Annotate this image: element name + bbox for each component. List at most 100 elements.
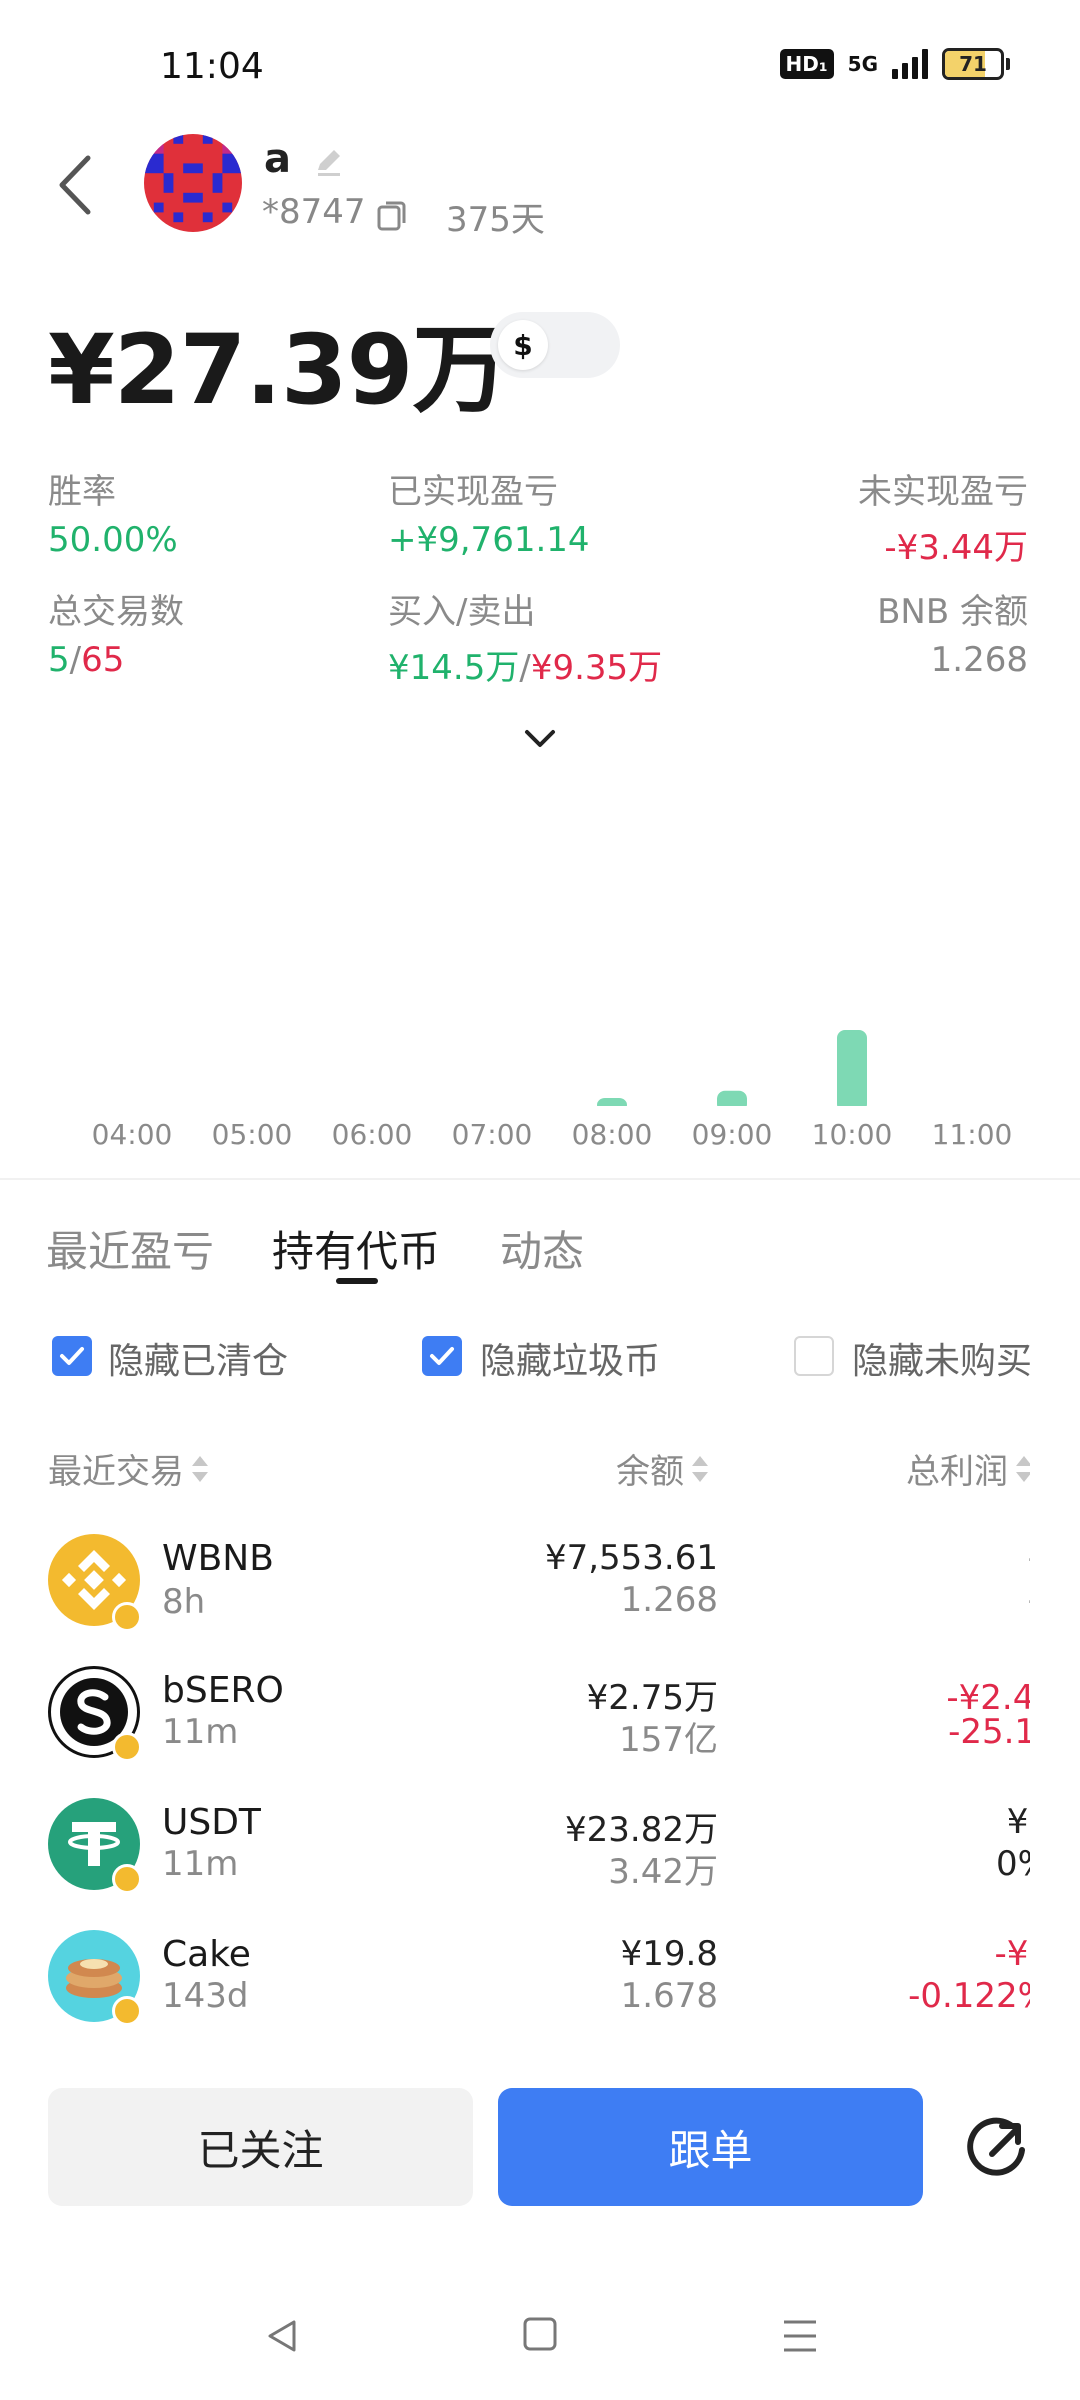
chart-tick-label: 06:00 [331, 1118, 413, 1151]
chain-badge-icon [112, 1732, 142, 1762]
avatar[interactable] [144, 134, 242, 232]
battery-level: 71 [959, 52, 987, 76]
token-name: USDT [162, 1802, 261, 1843]
avatar-pattern-icon [144, 134, 242, 232]
followed-button[interactable]: 已关注 [48, 2088, 473, 2206]
token-pnl: ¥0 [1006, 1802, 1030, 1842]
token-pnl: -¥9 [994, 1934, 1030, 1974]
nav-home-icon[interactable] [522, 2316, 558, 2352]
token-age: 8h [162, 1582, 206, 1622]
token-qty: 1.678 [620, 1976, 718, 2016]
token-pnl: - [840, 1538, 1030, 1578]
nav-menu-icon[interactable] [780, 2316, 820, 2356]
token-amount: ¥7,553.61 [544, 1538, 718, 1578]
bnb-balance-label: BNB 余额 [877, 592, 1028, 632]
tab-recent-pnl[interactable]: 最近盈亏 [46, 1218, 214, 1279]
token-pnl-cell: ¥0 0% [840, 1792, 1030, 1912]
token-pnl-pct: -0.122% [908, 1976, 1030, 2016]
unrealized-pnl-value: -¥3.44万 [884, 528, 1028, 568]
token-qty: 3.42万 [608, 1852, 718, 1892]
table-row[interactable]: Cake 143d ¥19.8 1.678 -¥9 -0.122% [0, 1904, 1080, 2028]
wallet-address: *8747 [262, 192, 366, 232]
chain-badge-icon [112, 1864, 142, 1894]
token-name: Cake [162, 1934, 251, 1975]
buy-sell-label: 买入/卖出 [388, 592, 536, 632]
check-icon [60, 1347, 84, 1365]
section-divider [0, 1178, 1080, 1180]
total-profit-header: 总利润 [906, 1452, 1008, 1492]
token-age: 143d [162, 1976, 249, 2016]
signal-icon [892, 49, 928, 79]
chain-badge-icon [112, 1602, 142, 1632]
token-age: 11m [162, 1844, 239, 1884]
win-rate-value: 50.00% [48, 520, 178, 560]
account-age: 375天 [446, 200, 545, 240]
realized-pnl-value: +¥9,761.14 [388, 520, 590, 560]
total-trades-label: 总交易数 [48, 592, 184, 632]
status-icons: HD₁ 5G 71 [779, 48, 1010, 80]
edit-icon[interactable] [312, 144, 346, 178]
hide-junk-checkbox[interactable] [422, 1336, 462, 1376]
battery-icon: 71 [942, 48, 1010, 80]
chart-tick-label: 10:00 [811, 1118, 893, 1151]
sort-total-profit[interactable]: 总利润 [906, 1444, 1030, 1493]
token-pnl-cell: -¥9 -0.122% [840, 1924, 1030, 2028]
chart-tick-label: 07:00 [451, 1118, 533, 1151]
sort-icon [692, 1454, 708, 1484]
tab-holdings[interactable]: 持有代币 [272, 1218, 440, 1279]
realized-pnl-label: 已实现盈亏 [388, 472, 558, 512]
hide-unbought-label[interactable]: 隐藏未购买 [852, 1332, 1032, 1384]
unrealized-pnl-label: 未实现盈亏 [858, 472, 1028, 512]
hide-cleared-checkbox[interactable] [52, 1336, 92, 1376]
hide-cleared-label[interactable]: 隐藏已清仓 [108, 1332, 288, 1384]
network-type: 5G [847, 52, 878, 76]
currency-toggle[interactable]: $ [490, 312, 620, 378]
sort-icon [1016, 1454, 1030, 1484]
sort-icon [192, 1454, 208, 1484]
win-rate-label: 胜率 [48, 472, 116, 512]
token-pnl-pct: - [840, 1580, 1030, 1620]
token-name: WBNB [162, 1538, 274, 1579]
hide-unbought-checkbox[interactable] [794, 1336, 834, 1376]
tab-active-indicator [336, 1278, 378, 1284]
buy-sell-value: ¥14.5万/¥9.35万 [388, 648, 663, 688]
check-icon [430, 1347, 454, 1365]
copy-icon[interactable] [375, 197, 411, 233]
back-icon[interactable] [48, 150, 108, 220]
recent-trade-header: 最近交易 [48, 1452, 184, 1492]
table-row[interactable]: USDT 11m ¥23.82万 3.42万 ¥0 0% [0, 1772, 1080, 1902]
chevron-down-icon[interactable] [521, 726, 559, 752]
total-trades-value: 5/65 [48, 640, 125, 680]
token-name: bSERO [162, 1670, 284, 1711]
tab-activity[interactable]: 动态 [500, 1218, 584, 1279]
sort-balance[interactable]: 余额 [616, 1444, 708, 1493]
token-list: WBNB 8h ¥7,553.61 1.268 - - bSERO 11m ¥2… [0, 1510, 1080, 2028]
bnb-balance-value: 1.268 [930, 640, 1028, 680]
chart-tick-label: 04:00 [91, 1118, 173, 1151]
chart-tick-label: 09:00 [691, 1118, 773, 1151]
status-time: 11:04 [160, 46, 264, 87]
profile-name: a [264, 136, 291, 182]
token-pnl-pct: -25.18% [948, 1712, 1030, 1752]
share-icon[interactable] [962, 2112, 1032, 2182]
table-row[interactable]: WBNB 8h ¥7,553.61 1.268 - - [0, 1510, 1080, 1640]
chart-tick-label: 08:00 [571, 1118, 653, 1151]
token-age: 11m [162, 1712, 239, 1752]
copy-trade-button[interactable]: 跟单 [498, 2088, 923, 2206]
table-row[interactable]: bSERO 11m ¥2.75万 157亿 -¥2.44万 -25.18% [0, 1640, 1080, 1770]
token-pnl-cell: -¥2.44万 -25.18% [840, 1660, 1030, 1780]
balance-header: 余额 [616, 1452, 684, 1492]
token-amount: ¥19.8 [620, 1934, 718, 1974]
dollar-icon: $ [498, 320, 548, 370]
token-qty: 1.268 [620, 1580, 718, 1620]
chart-bar-10:00 [837, 1030, 867, 1112]
token-pnl-pct: 0% [996, 1844, 1030, 1884]
hide-junk-label[interactable]: 隐藏垃圾币 [480, 1332, 660, 1384]
hd-icon: HD₁ [779, 49, 834, 79]
chart-tick-label: 05:00 [211, 1118, 293, 1151]
nav-back-icon[interactable] [262, 2316, 302, 2356]
sort-recent-trade[interactable]: 最近交易 [48, 1444, 208, 1493]
token-qty: 157亿 [619, 1720, 718, 1760]
chain-badge-icon [112, 1996, 142, 2026]
chart-tick-label: 11:00 [931, 1118, 1013, 1151]
